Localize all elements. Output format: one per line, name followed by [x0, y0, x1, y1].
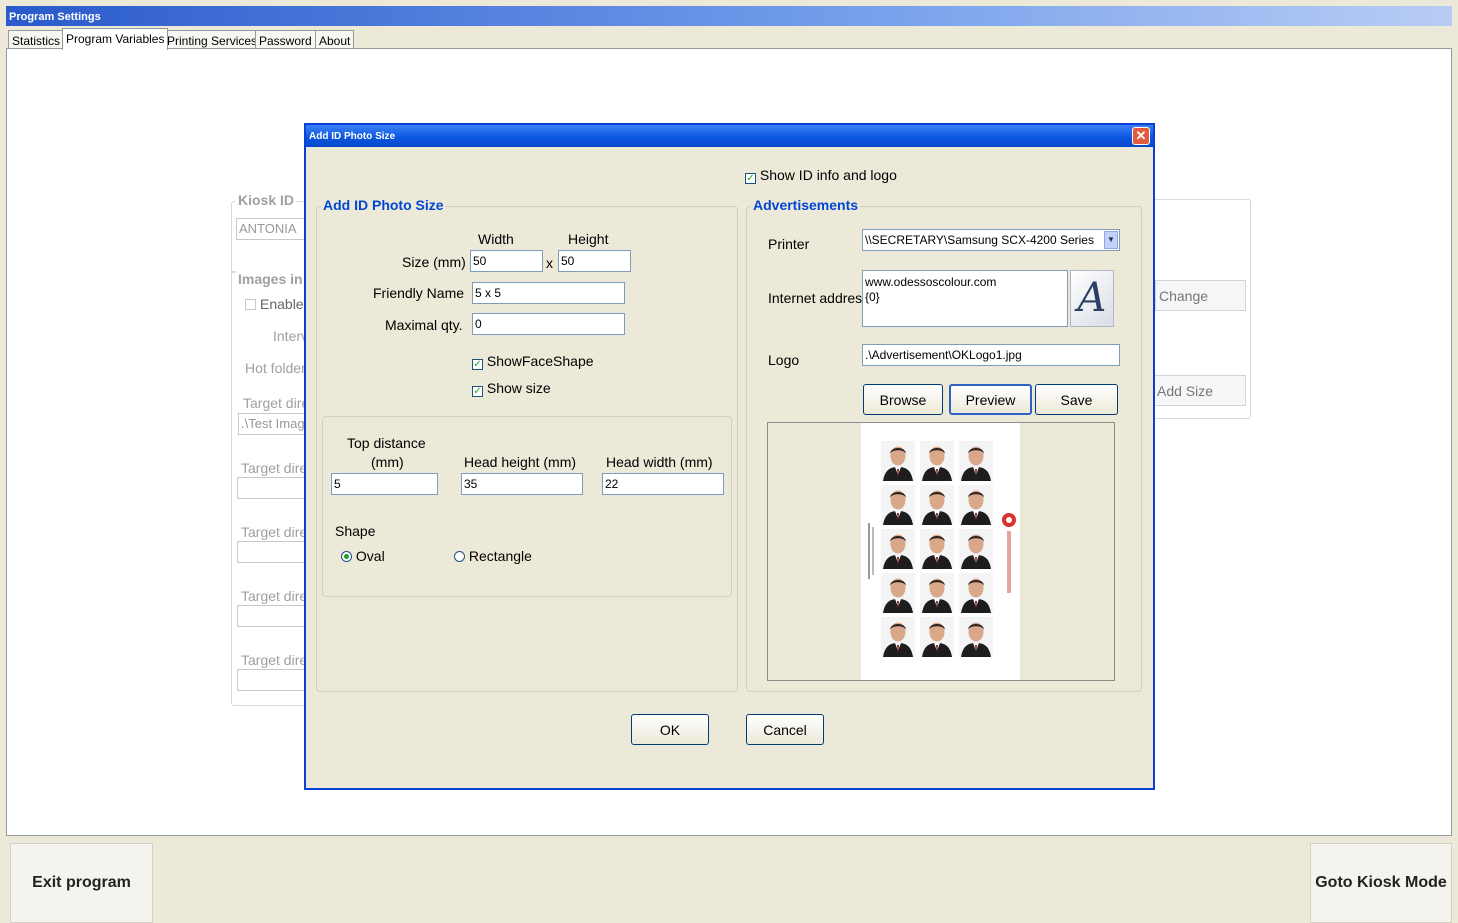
enable-checkbox[interactable] [245, 299, 256, 310]
change-button[interactable]: Change [1155, 280, 1246, 311]
window-title: Program Settings [9, 11, 101, 23]
shape-rectangle-label: Rectangle [468, 548, 532, 564]
exit-program-button[interactable]: Exit program [10, 843, 153, 923]
images-in-label: Images in [236, 271, 305, 287]
printer-value: \\SECRETARY\Samsung SCX-4200 Series [865, 233, 1094, 247]
head-height-label: Head height (mm) [464, 454, 577, 470]
bottom-bar: Exit program Goto Kiosk Mode [6, 836, 1452, 923]
show-face-shape-label: ShowFaceShape [486, 353, 594, 369]
size-label: Size (mm) [402, 254, 466, 270]
photo-size-group-title: Add ID Photo Size [321, 197, 446, 213]
show-size-label: Show size [486, 380, 551, 396]
advertisements-group-title: Advertisements [751, 197, 861, 213]
tab-statistics[interactable]: Statistics [8, 30, 65, 50]
add-id-photo-size-dialog: Add ID Photo Size ✕ ✓ Show ID info and l… [304, 123, 1155, 790]
add-size-button[interactable]: Add Size [1153, 375, 1246, 406]
target-dir-label-1: Target dire [241, 395, 312, 411]
shape-oval-label: Oval [355, 548, 385, 564]
browse-button[interactable]: Browse [863, 384, 943, 415]
show-size-checkbox[interactable]: ✓ [472, 386, 483, 397]
cancel-button[interactable]: Cancel [746, 714, 824, 745]
photo-sheet-preview [861, 423, 1020, 680]
internet-address-line-1: www.odessoscolour.com [865, 275, 997, 289]
preview-area [767, 422, 1115, 681]
enable-label: Enable [260, 296, 304, 312]
internet-address-label: Internet address [768, 290, 870, 306]
logo-path-input[interactable]: .\Advertisement\OKLogo1.jpg [862, 344, 1120, 366]
target-dir-label-2: Target dire [239, 460, 310, 476]
head-height-input[interactable]: 35 [461, 473, 583, 495]
dialog-title-bar: Add ID Photo Size [306, 125, 1153, 147]
show-face-shape-row[interactable]: ✓ ShowFaceShape [472, 353, 594, 370]
head-width-input[interactable]: 22 [602, 473, 724, 495]
target-dir-label-4: Target dire [239, 588, 310, 604]
tab-about[interactable]: About [315, 30, 355, 50]
hot-folder-label: Hot folder [243, 360, 308, 376]
show-id-info-row[interactable]: ✓ Show ID info and logo [745, 167, 897, 184]
width-label: Width [478, 231, 514, 247]
tab-printing-services[interactable]: Printing Services [163, 30, 262, 50]
top-distance-input[interactable]: 5 [331, 473, 438, 495]
shape-rectangle-row[interactable]: Rectangle [454, 548, 532, 564]
goto-kiosk-mode-button[interactable]: Goto Kiosk Mode [1310, 843, 1452, 923]
font-icon[interactable]: A [1070, 270, 1114, 327]
target-dir-label-3: Target dire [239, 524, 310, 540]
logo-label: Logo [768, 352, 800, 368]
maximal-qty-input[interactable]: 0 [472, 313, 625, 335]
tab-bar: Statistics Program Variables Printing Se… [6, 26, 1452, 50]
show-id-info-checkbox[interactable]: ✓ [745, 173, 756, 184]
friendly-name-input[interactable]: 5 x 5 [472, 282, 625, 304]
width-input[interactable]: 50 [470, 250, 543, 272]
preview-button[interactable]: Preview [949, 384, 1032, 415]
tab-password[interactable]: Password [255, 30, 316, 50]
shape-oval-row[interactable]: Oval [341, 548, 385, 564]
show-size-row[interactable]: ✓ Show size [472, 380, 551, 397]
height-label: Height [568, 231, 609, 247]
target-dir-label-5: Target dire [239, 652, 310, 668]
shape-oval-radio[interactable] [341, 551, 352, 562]
shape-rectangle-radio[interactable] [454, 551, 465, 562]
maximal-qty-label: Maximal qty. [385, 317, 463, 333]
close-icon[interactable]: ✕ [1132, 127, 1150, 145]
window-title-bar: Program Settings [6, 6, 1452, 26]
printer-select[interactable]: \\SECRETARY\Samsung SCX-4200 Series ▼ [862, 229, 1120, 251]
top-distance-label: Top distance [347, 435, 426, 451]
show-id-info-label: Show ID info and logo [759, 167, 897, 183]
top-distance-unit: (mm) [371, 454, 404, 470]
shape-label: Shape [335, 523, 376, 539]
id-photos-grid-image [868, 441, 1016, 657]
head-width-label: Head width (mm) [606, 454, 713, 470]
internet-address-input[interactable]: www.odessoscolour.com {0} [862, 270, 1068, 327]
tab-program-variables[interactable]: Program Variables [62, 28, 169, 50]
save-button[interactable]: Save [1035, 384, 1118, 415]
chevron-down-icon[interactable]: ▼ [1104, 231, 1118, 249]
times-sign: x [546, 255, 553, 271]
printer-label: Printer [768, 236, 810, 252]
dialog-title: Add ID Photo Size [309, 131, 396, 142]
show-face-shape-checkbox[interactable]: ✓ [472, 359, 483, 370]
enable-checkbox-row[interactable]: Enable [243, 296, 306, 312]
friendly-name-label: Friendly Name [373, 285, 465, 301]
height-input[interactable]: 50 [558, 250, 631, 272]
kiosk-id-label: Kiosk ID [236, 192, 297, 208]
ok-button[interactable]: OK [631, 714, 709, 745]
internet-address-line-2: {0} [865, 290, 880, 304]
